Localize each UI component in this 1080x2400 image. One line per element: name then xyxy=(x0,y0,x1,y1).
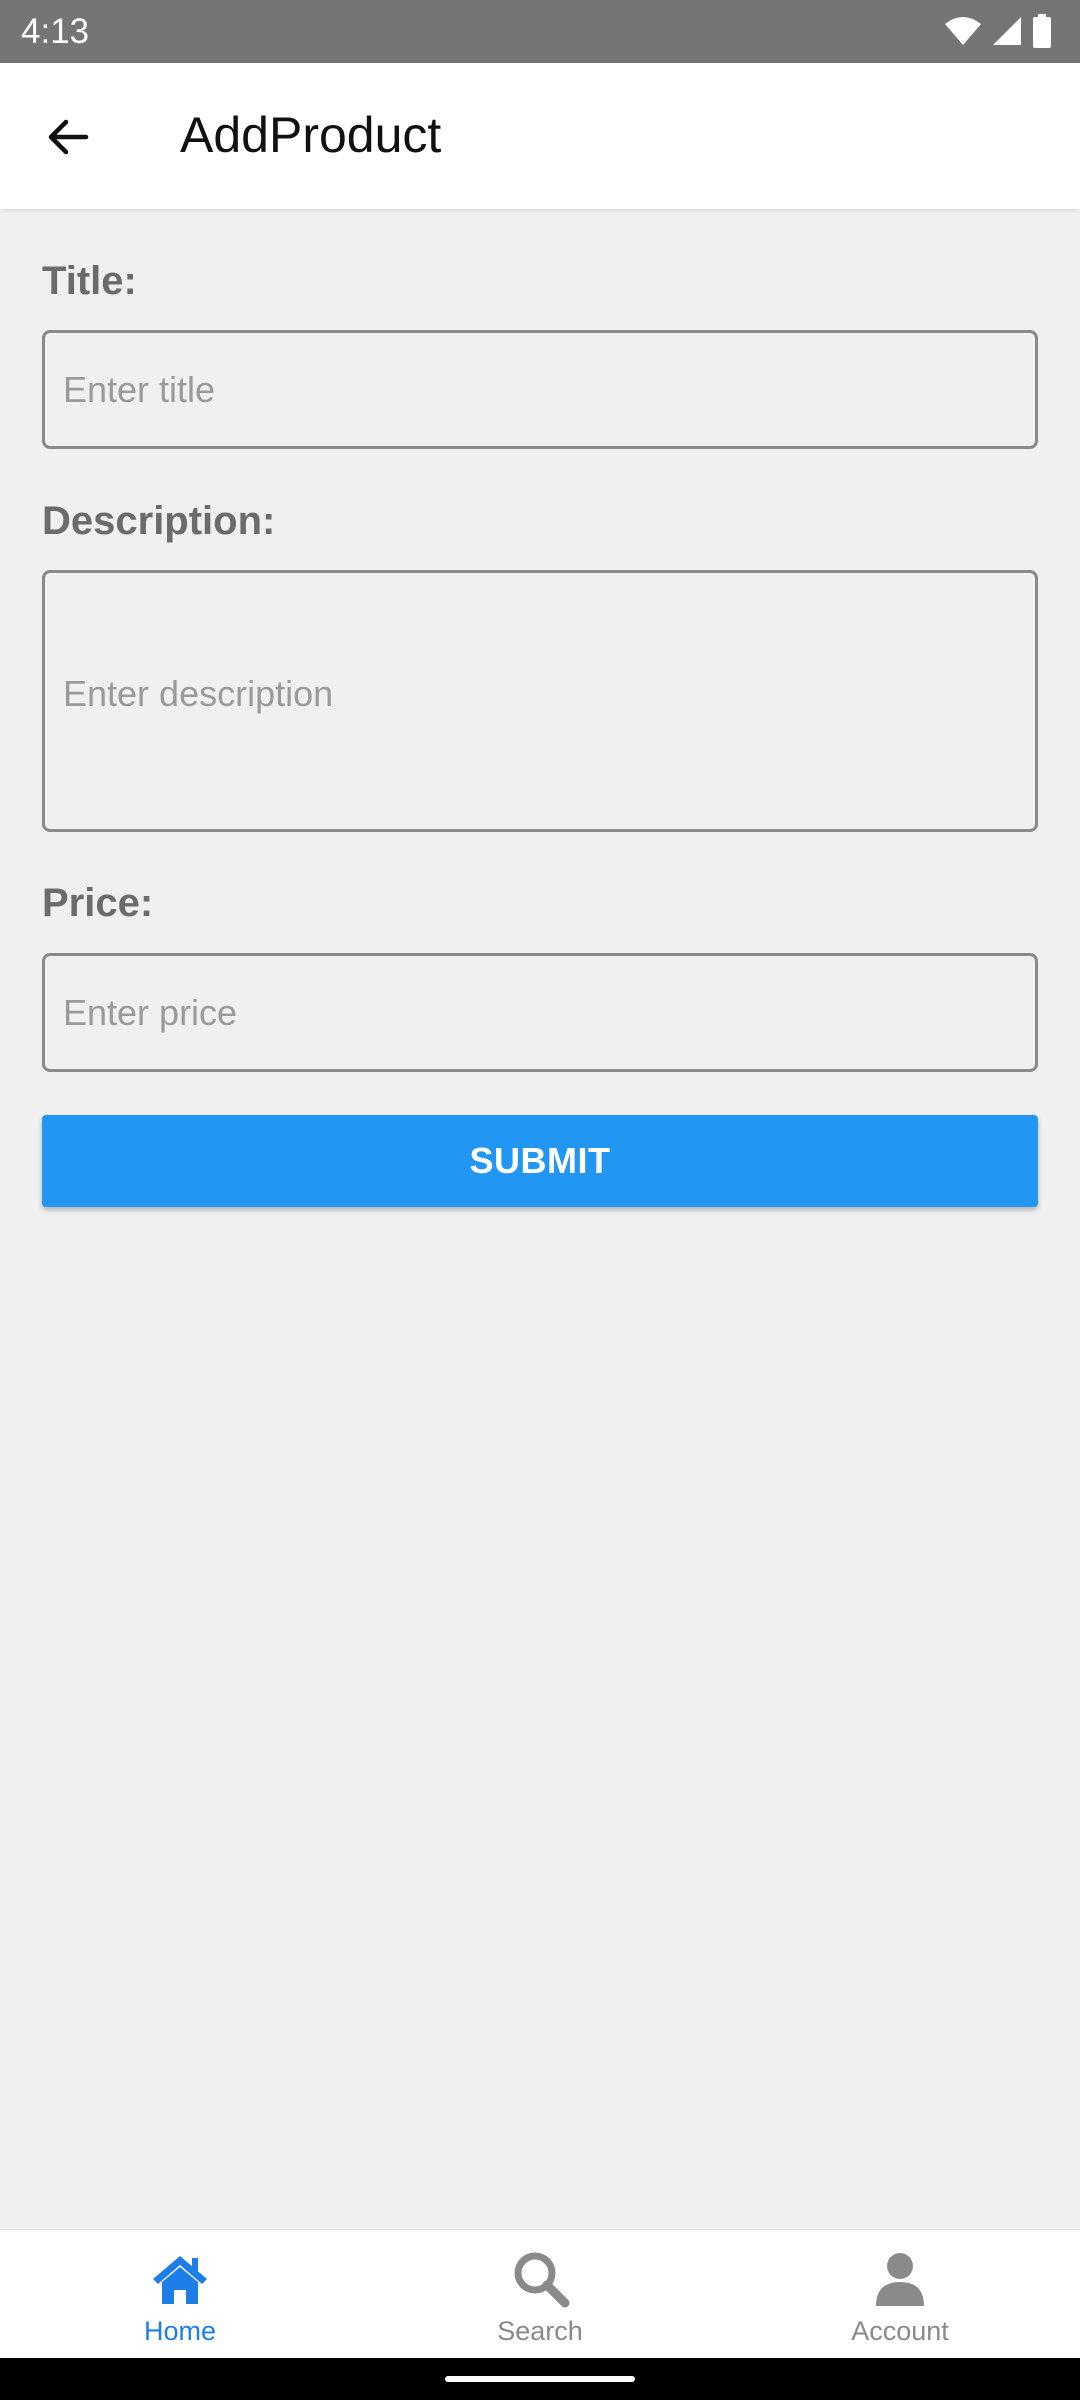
battery-icon xyxy=(1033,14,1051,48)
nav-label-search: Search xyxy=(497,2316,583,2346)
app-bar: AddProduct xyxy=(0,63,1080,209)
arrow-left-icon xyxy=(48,119,89,155)
description-label: Description: xyxy=(42,499,276,543)
cellular-signal-icon xyxy=(993,17,1021,45)
status-icons xyxy=(944,14,1052,48)
home-icon xyxy=(153,2256,207,2304)
nav-label-account: Account xyxy=(851,2316,949,2346)
gesture-handle[interactable] xyxy=(445,2376,635,2382)
back-button[interactable] xyxy=(28,97,108,177)
description-input[interactable] xyxy=(42,570,1038,832)
search-icon xyxy=(514,2252,570,2308)
status-bar: 4:13 xyxy=(0,0,1080,63)
price-input[interactable] xyxy=(42,953,1038,1072)
system-gesture-bar xyxy=(0,2358,1080,2400)
nav-item-search[interactable]: Search xyxy=(360,2230,720,2359)
title-input[interactable] xyxy=(42,330,1038,449)
user-icon xyxy=(876,2253,924,2306)
status-time: 4:13 xyxy=(21,12,90,51)
page-title: AddProduct xyxy=(180,107,442,163)
submit-button[interactable]: SUBMIT xyxy=(42,1115,1038,1207)
price-label: Price: xyxy=(42,881,154,925)
nav-item-account[interactable]: Account xyxy=(720,2230,1080,2359)
bottom-navigation: Home Search Account xyxy=(0,2229,1080,2359)
title-label: Title: xyxy=(42,259,137,303)
nav-label-home: Home xyxy=(143,2316,217,2346)
nav-item-home[interactable]: Home xyxy=(0,2230,360,2359)
wifi-icon xyxy=(945,17,981,45)
